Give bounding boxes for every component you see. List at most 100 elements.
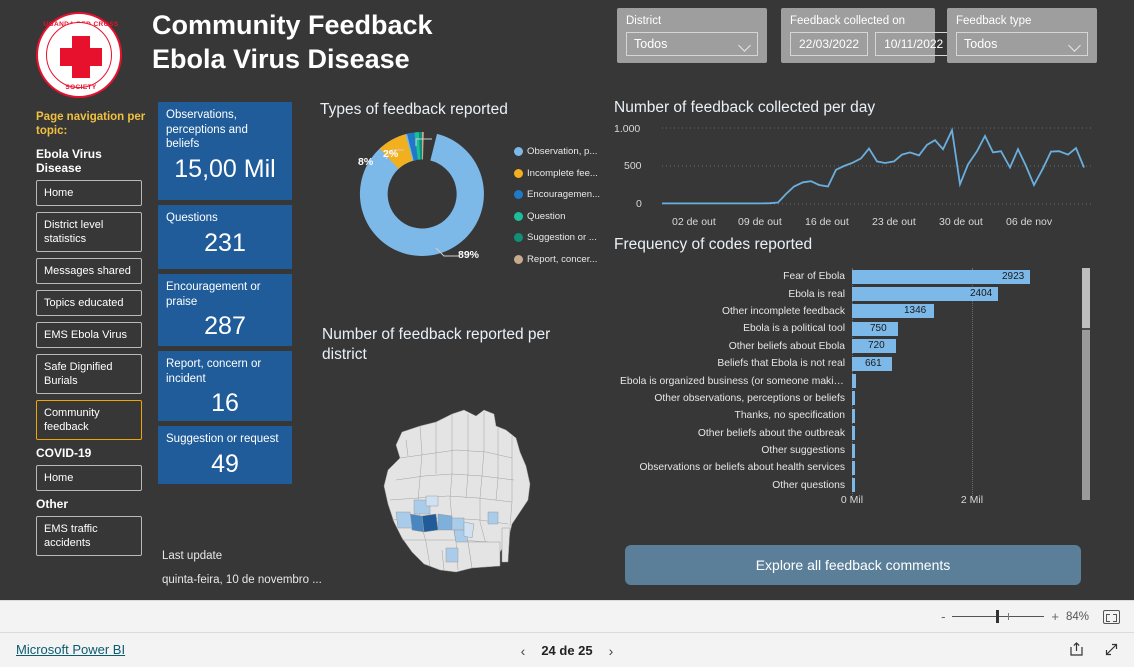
zoom-slider-track[interactable]: [952, 610, 1045, 623]
kpi-card-observations[interactable]: Observations, perceptions and beliefs 15…: [158, 102, 292, 200]
bar-fill: [852, 443, 855, 458]
kpi-value: 49: [211, 449, 239, 478]
legend-item-observation[interactable]: Observation, p...: [514, 146, 606, 157]
kpi-card-encouragement[interactable]: Encouragement or praise 287: [158, 274, 292, 346]
feedback-per-day-line-chart[interactable]: 1.000 500 0 02 de out 09 de out 16 de ou…: [614, 120, 1094, 228]
sidebar-item-district-level-statistics[interactable]: District level statistics: [36, 212, 142, 252]
zoom-out-icon[interactable]: -: [941, 609, 945, 624]
sidebar-item-home-covid[interactable]: Home: [36, 465, 142, 491]
map-district-low-4[interactable]: [463, 521, 475, 539]
fullscreen-icon[interactable]: [1103, 641, 1120, 658]
map-district-low-6[interactable]: [445, 547, 459, 563]
share-icon[interactable]: [1068, 641, 1085, 658]
feedback-type-slicer[interactable]: Feedback type Todos: [947, 8, 1097, 63]
table-row[interactable]: Ebola is a political tool 750: [620, 320, 1090, 337]
x-tick-2mil: 2 Mil: [960, 494, 984, 507]
sidebar-item-home-ebola[interactable]: Home: [36, 180, 142, 206]
scrollbar-thumb[interactable]: [1082, 268, 1090, 328]
legend-item-question[interactable]: Question: [514, 211, 606, 222]
sidebar-item-messages-shared[interactable]: Messages shared: [36, 258, 142, 284]
explore-all-feedback-comments-button[interactable]: Explore all feedback comments: [625, 545, 1081, 585]
scrollbar-track[interactable]: [1082, 330, 1090, 500]
map-district-low-1[interactable]: [395, 511, 413, 529]
table-row[interactable]: Other incomplete feedback 1346: [620, 303, 1090, 320]
map-district-low-5[interactable]: [487, 511, 499, 525]
types-of-feedback-donut-chart[interactable]: 8% 2% 89%: [340, 126, 505, 261]
red-cross-icon-bar: [60, 48, 102, 66]
legend-item-incomplete[interactable]: Incomplete fee...: [514, 168, 606, 179]
sidebar-item-ems-ebola-virus[interactable]: EMS Ebola Virus: [36, 322, 142, 348]
kpi-card-questions[interactable]: Questions 231: [158, 205, 292, 269]
donut-label-89pct: 89%: [458, 249, 480, 261]
table-row[interactable]: Ebola is organized business (or someone …: [620, 372, 1090, 389]
date-start-input[interactable]: 22/03/2022: [790, 32, 869, 56]
x-tick-02-out: 02 de out: [672, 216, 716, 228]
frequency-of-codes-bar-chart[interactable]: Fear of Ebola 2923 Ebola is real 2404 Ot…: [620, 268, 1090, 508]
line-chart-svg: [662, 127, 1094, 205]
table-row[interactable]: Observations or beliefs about health ser…: [620, 459, 1090, 476]
bar-track: [852, 426, 1090, 441]
navigation-heading: Page navigation per topic:: [36, 111, 146, 137]
date-end-input[interactable]: 10/11/2022: [875, 32, 953, 56]
zoom-in-icon[interactable]: +: [1051, 609, 1059, 624]
legend-label: Report, concer...: [527, 253, 598, 265]
map-district-low-2[interactable]: [451, 517, 465, 531]
bar-category-label: Beliefs that Ebola is not real: [717, 358, 845, 370]
feedback-type-dropdown[interactable]: Todos: [956, 32, 1088, 56]
map-district-mid[interactable]: [437, 513, 453, 531]
legend-color-swatch: [514, 147, 523, 156]
district-slicer[interactable]: District Todos: [617, 8, 767, 63]
legend-item-suggestion[interactable]: Suggestion or ...: [514, 232, 606, 243]
report-canvas: UGANDA RED CROSS SOCIETY Community Feedb…: [0, 0, 1134, 667]
kpi-card-report-concern[interactable]: Report, concern or incident 16: [158, 351, 292, 421]
table-row[interactable]: Thanks, no specification: [620, 407, 1090, 424]
sidebar-item-ems-traffic-accidents[interactable]: EMS traffic accidents: [36, 516, 142, 556]
map-district-highest[interactable]: [421, 513, 439, 533]
sidebar-item-community-feedback[interactable]: Community feedback: [36, 400, 142, 440]
fit-to-screen-icon[interactable]: [1103, 609, 1120, 624]
x-tick-16-out: 16 de out: [805, 216, 849, 228]
nav-group-label-other: Other: [36, 497, 69, 511]
bar-category-label: Other incomplete feedback: [721, 305, 845, 317]
kpi-value: 16: [211, 389, 239, 417]
table-row[interactable]: Ebola is real 2404: [620, 285, 1090, 302]
donut-svg: [359, 131, 484, 257]
nav-group-label-covid: COVID-19: [36, 446, 92, 460]
table-row[interactable]: Other beliefs about the outbreak: [620, 425, 1090, 442]
page-navigation: Page navigation per topic: Ebola Virus D…: [36, 110, 148, 562]
previous-page-icon[interactable]: ‹: [521, 643, 526, 659]
kpi-value: 15,00 Mil: [174, 154, 276, 183]
last-update-block: Last update quinta-feira, 10 de novembro…: [162, 550, 322, 586]
bar-category-label: Observations or beliefs about health ser…: [639, 462, 845, 474]
uganda-district-map[interactable]: [360, 400, 575, 590]
legend-item-report[interactable]: Report, concer...: [514, 254, 606, 265]
kpi-value: 287: [204, 312, 246, 340]
legend-label: Suggestion or ...: [527, 232, 597, 243]
table-row[interactable]: Other questions: [620, 477, 1090, 494]
page-title: Community Feedback Ebola Virus Disease: [152, 8, 592, 76]
kpi-card-suggestion[interactable]: Suggestion or request 49: [158, 426, 292, 484]
last-update-value: quinta-feira, 10 de novembro ...: [162, 574, 322, 586]
legend-item-encouragement[interactable]: Encouragemen...: [514, 189, 606, 200]
bar-track: 661: [852, 356, 1090, 371]
bar-chart-scrollbar[interactable]: [1082, 268, 1090, 500]
sidebar-item-topics-educated[interactable]: Topics educated: [36, 290, 142, 316]
table-row[interactable]: Other suggestions: [620, 442, 1090, 459]
map-district-low-7[interactable]: [425, 495, 439, 507]
district-dropdown[interactable]: Todos: [626, 32, 758, 56]
table-row[interactable]: Other observations, perceptions or belie…: [620, 390, 1090, 407]
legend-color-swatch: [514, 254, 523, 264]
sidebar-item-safe-dignified-burials[interactable]: Safe Dignified Burials: [36, 354, 142, 394]
table-row[interactable]: Fear of Ebola 2923: [620, 268, 1090, 285]
zoom-slider-thumb[interactable]: [996, 610, 1000, 623]
bar-category-label: Other observations, perceptions or belie…: [654, 392, 845, 404]
zoom-control[interactable]: - + 84%: [941, 609, 1120, 624]
bar-track: [852, 460, 1090, 475]
bar-track: 720: [852, 339, 1090, 354]
table-row[interactable]: Other beliefs about Ebola 720: [620, 338, 1090, 355]
date-slicer[interactable]: Feedback collected on 22/03/2022 10/11/2…: [781, 8, 953, 63]
bar-value-label: 2404: [970, 288, 993, 300]
next-page-icon[interactable]: ›: [609, 643, 614, 659]
table-row[interactable]: Beliefs that Ebola is not real 661: [620, 355, 1090, 372]
map-district-high[interactable]: [409, 513, 425, 533]
